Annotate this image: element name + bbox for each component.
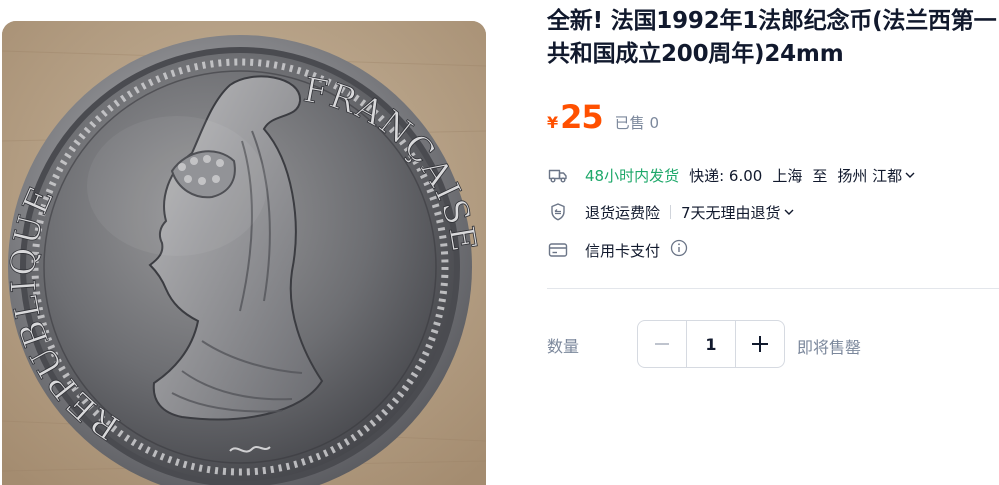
coin-photo: REPUBLIQUE FRANÇAISE xyxy=(2,21,486,485)
info-icon[interactable] xyxy=(670,239,688,261)
credit-card-icon xyxy=(547,239,569,261)
stock-status: 即将售罄 xyxy=(797,338,862,357)
increase-quantity-button[interactable] xyxy=(736,321,784,367)
section-divider xyxy=(547,288,999,289)
currency-symbol: ¥ xyxy=(547,113,559,132)
shipping-to: 至 xyxy=(812,166,828,185)
product-page: REPUBLIQUE FRANÇAISE 全新! 法国1992年1法郎纪念币(法… xyxy=(0,0,999,485)
chevron-down-icon[interactable] xyxy=(905,169,915,182)
product-info: 全新! 法国1992年1法郎纪念币(法兰西第一共和国成立200周年)24mm ¥… xyxy=(547,0,999,485)
payment-row: 信用卡支付 xyxy=(547,238,688,262)
shield-return-icon xyxy=(547,201,569,223)
truck-icon xyxy=(547,164,569,186)
payment-label: 信用卡支付 xyxy=(585,241,661,260)
shipping-destination[interactable]: 扬州 江都 xyxy=(837,165,902,186)
shipping-origin: 上海 xyxy=(772,166,803,185)
product-image[interactable]: REPUBLIQUE FRANÇAISE xyxy=(2,21,486,485)
quantity-value[interactable]: 1 xyxy=(686,321,736,367)
price-row: ¥ 25 已售 0 xyxy=(547,98,659,138)
quantity-stepper: 1 xyxy=(637,320,785,368)
shipping-promise: 48小时内发货 xyxy=(585,166,680,185)
quantity-label: 数量 xyxy=(547,337,580,356)
decrease-quantity-button[interactable] xyxy=(638,321,686,367)
sold-count: 已售 0 xyxy=(614,114,659,132)
product-title: 全新! 法国1992年1法郎纪念币(法兰西第一共和国成立200周年)24mm xyxy=(547,8,997,67)
divider xyxy=(670,205,672,219)
price-value: 25 xyxy=(560,98,604,136)
return-policy[interactable]: 7天无理由退货 xyxy=(681,202,781,223)
shipping-fee: 快递: 6.00 xyxy=(689,166,763,185)
return-insurance: 退货运费险 xyxy=(585,203,661,222)
chevron-down-icon[interactable] xyxy=(784,206,794,219)
returns-row: 退货运费险 7天无理由退货 xyxy=(547,200,794,224)
shipping-row: 48小时内发货 快递: 6.00 上海 至 扬州 江都 xyxy=(547,163,915,187)
